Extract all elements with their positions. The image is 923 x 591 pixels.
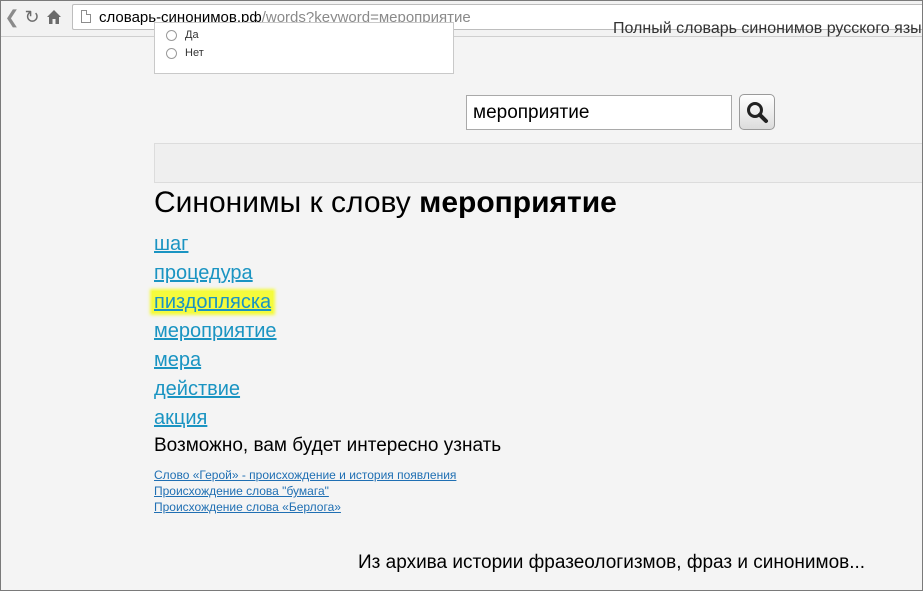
list-item: действие — [154, 375, 277, 404]
search-button[interactable] — [739, 94, 775, 130]
home-icon[interactable] — [44, 6, 64, 28]
synonym-link[interactable]: шаг — [154, 233, 188, 255]
synonym-list: шаг процедура пиздопляска мероприятие ме… — [152, 230, 277, 433]
synonym-link[interactable]: акция — [154, 407, 207, 429]
back-arrow-icon[interactable]: ❮ — [2, 6, 22, 28]
archive-heading: Из архива истории фразеологизмов, фраз и… — [358, 552, 866, 573]
related-links: Слово «Герой» - происхождение и история … — [154, 467, 456, 515]
list-item: мера — [154, 346, 277, 375]
interest-heading: Возможно, вам будет интересно узнать — [154, 435, 502, 456]
radio-no[interactable] — [166, 47, 177, 59]
list-item: акция — [154, 404, 277, 433]
list-item: Слово «Герой» - происхождение и история … — [154, 467, 456, 483]
search-input[interactable] — [466, 95, 732, 130]
poll-option-no-label: Нет — [185, 47, 204, 59]
poll-box: Да Нет — [154, 22, 454, 74]
related-link[interactable]: Происхождение слова "бумага" — [154, 484, 329, 498]
synonym-link[interactable]: мероприятие — [154, 320, 277, 342]
related-link[interactable]: Слово «Герой» - происхождение и история … — [154, 468, 456, 482]
page-title: Синонимы к слову мероприятие — [154, 186, 617, 220]
magnifier-icon — [747, 102, 768, 123]
list-item: пиздопляска — [152, 288, 277, 317]
list-item: мероприятие — [154, 317, 277, 346]
reload-icon[interactable]: ↻ — [22, 6, 42, 28]
ad-banner — [154, 143, 923, 183]
poll-option-yes-label: Да — [185, 29, 199, 41]
list-item: процедура — [154, 259, 277, 288]
site-tagline: Полный словарь синонимов русского язы — [613, 20, 922, 37]
page-title-word: мероприятие — [419, 186, 617, 219]
poll-option-yes[interactable]: Да — [166, 29, 199, 41]
list-item: Происхождение слова "бумага" — [154, 483, 456, 499]
list-item: шаг — [154, 230, 277, 259]
list-item: Происхождение слова «Берлога» — [154, 499, 456, 515]
page-title-prefix: Синонимы к слову — [154, 186, 420, 219]
poll-option-no[interactable]: Нет — [166, 47, 204, 59]
synonym-link[interactable]: процедура — [154, 262, 253, 284]
screenshot-border — [0, 0, 923, 591]
synonym-link[interactable]: мера — [154, 349, 201, 371]
synonym-link[interactable]: действие — [154, 378, 240, 400]
radio-yes[interactable] — [166, 29, 177, 41]
synonym-link-highlighted[interactable]: пиздопляска — [152, 291, 274, 313]
page-icon — [81, 10, 91, 23]
related-link[interactable]: Происхождение слова «Берлога» — [154, 500, 341, 514]
